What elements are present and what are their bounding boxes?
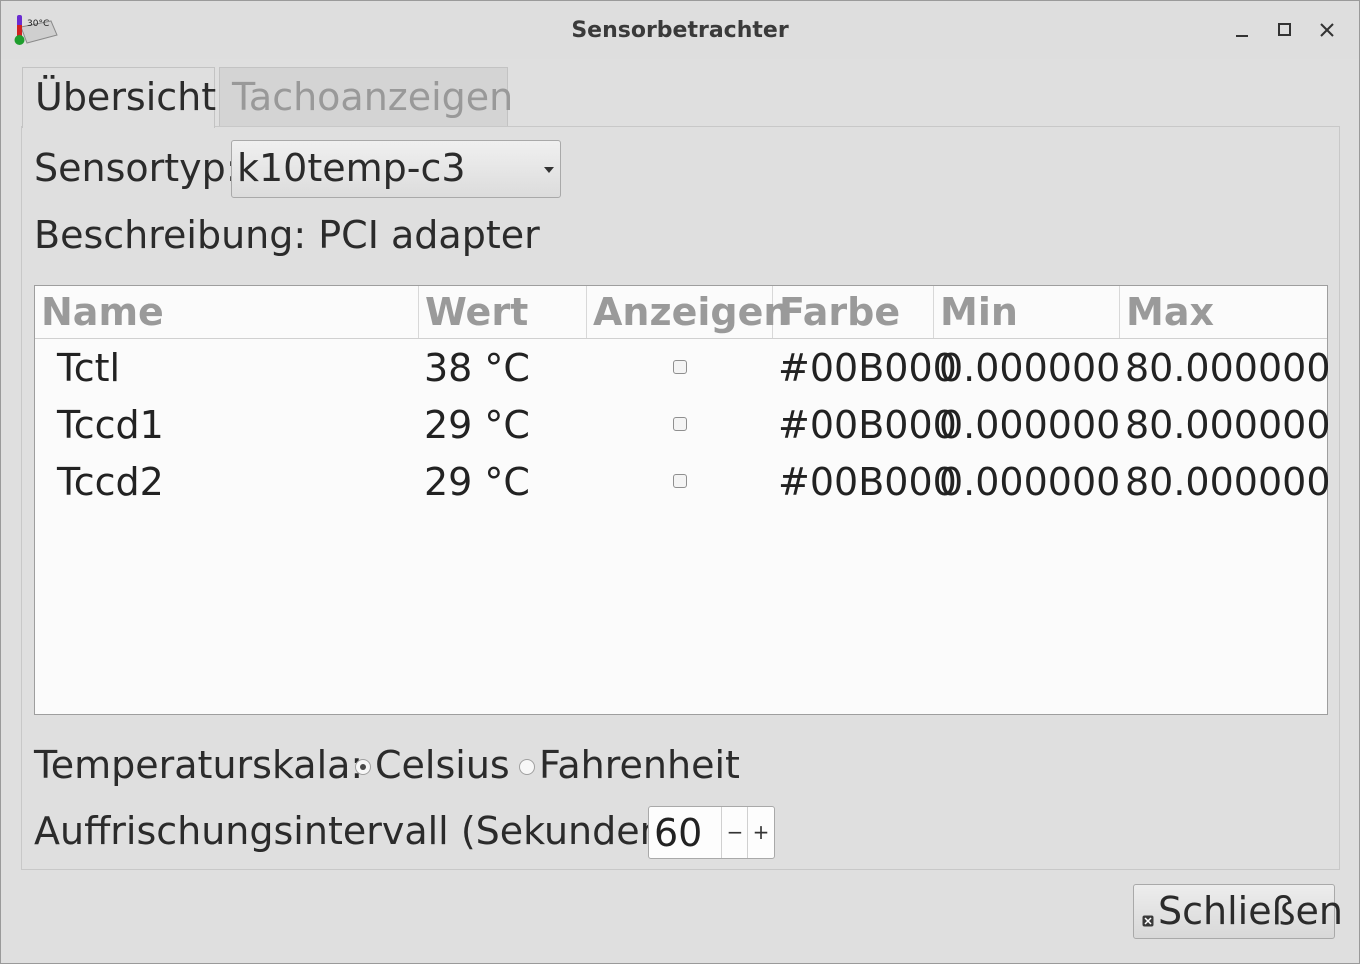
show-checkbox[interactable] xyxy=(673,417,687,431)
tab-overview[interactable]: Übersicht xyxy=(22,67,216,128)
sensor-value: 38 °C xyxy=(424,346,530,390)
column-header-value[interactable]: Wert xyxy=(419,286,587,338)
sensor-table[interactable]: Name Wert Anzeigen Farbe Min Max Tctl 38… xyxy=(34,285,1331,715)
table-header: Name Wert Anzeigen Farbe Min Max xyxy=(35,286,1327,339)
window-title: Sensorbetrachter xyxy=(571,18,789,43)
sensor-type-label: Sensortyp: xyxy=(34,146,239,190)
close-icon xyxy=(1142,915,1154,927)
decrement-button[interactable]: − xyxy=(721,807,748,858)
column-header-name[interactable]: Name xyxy=(35,286,419,338)
fahrenheit-label[interactable]: Fahrenheit xyxy=(539,743,740,787)
minimize-button[interactable] xyxy=(1231,19,1253,41)
column-header-min[interactable]: Min xyxy=(934,286,1120,338)
refresh-interval-spinbox[interactable]: 60 − + xyxy=(648,806,775,859)
close-button[interactable]: Schließen xyxy=(1133,884,1343,939)
temperature-scale-label: Temperaturskala: xyxy=(34,743,364,787)
sensor-type-dropdown[interactable]: k10temp-c3 xyxy=(231,140,561,198)
sensor-name: Tctl xyxy=(57,346,121,390)
show-checkbox[interactable] xyxy=(673,360,687,374)
sensor-color: #00B000 xyxy=(778,460,957,504)
sensor-color: #00B000 xyxy=(778,346,957,390)
radio-selected-dot xyxy=(360,764,366,770)
close-window-button[interactable] xyxy=(1316,19,1338,41)
close-button-label: Schließen xyxy=(1158,889,1343,933)
sensor-name: Tccd2 xyxy=(57,460,164,504)
close-icon xyxy=(1320,23,1334,37)
chevron-down-icon xyxy=(544,167,554,173)
sensor-name: Tccd1 xyxy=(57,403,164,447)
increment-button[interactable]: + xyxy=(747,807,774,858)
maximize-button[interactable] xyxy=(1274,19,1296,41)
sensor-type-value: k10temp-c3 xyxy=(237,146,466,190)
minimize-icon xyxy=(1236,35,1248,37)
column-header-color[interactable]: Farbe xyxy=(773,286,934,338)
table-row[interactable]: Tccd1 29 °C #00B000 0.000000 80.000000 xyxy=(35,397,1331,454)
sensor-value: 29 °C xyxy=(424,460,530,504)
celsius-radio[interactable] xyxy=(355,759,371,775)
description-label: Beschreibung: PCI adapter xyxy=(34,213,540,257)
celsius-label[interactable]: Celsius xyxy=(375,743,510,787)
sensor-max: 80.000000 xyxy=(1125,346,1331,390)
refresh-interval-input[interactable]: 60 xyxy=(654,811,702,855)
table-row[interactable]: Tccd2 29 °C #00B000 0.000000 80.000000 xyxy=(35,454,1331,511)
sensor-max: 80.000000 xyxy=(1125,403,1331,447)
column-header-show[interactable]: Anzeigen xyxy=(587,286,790,338)
sensor-max: 80.000000 xyxy=(1125,460,1331,504)
sensor-min: 0.000000 xyxy=(939,460,1121,504)
sensor-min: 0.000000 xyxy=(939,346,1121,390)
show-checkbox[interactable] xyxy=(673,474,687,488)
fahrenheit-radio[interactable] xyxy=(519,759,535,775)
table-row[interactable]: Tctl 38 °C #00B000 0.000000 80.000000 xyxy=(35,340,1331,397)
column-header-max[interactable]: Max xyxy=(1120,286,1327,338)
sensor-value: 29 °C xyxy=(424,403,530,447)
title-bar[interactable]: 30°C Sensorbetrachter xyxy=(1,1,1359,59)
sensor-viewer-window: 30°C Sensorbetrachter Übersicht Tachoanz… xyxy=(0,0,1360,964)
maximize-icon xyxy=(1278,23,1291,36)
sensor-color: #00B000 xyxy=(778,403,957,447)
tab-gauges[interactable]: Tachoanzeigen xyxy=(219,67,513,127)
description-value: PCI adapter xyxy=(318,213,540,257)
refresh-interval-label: Auffrischungsintervall (Sekunden): xyxy=(34,809,692,853)
sensor-min: 0.000000 xyxy=(939,403,1121,447)
